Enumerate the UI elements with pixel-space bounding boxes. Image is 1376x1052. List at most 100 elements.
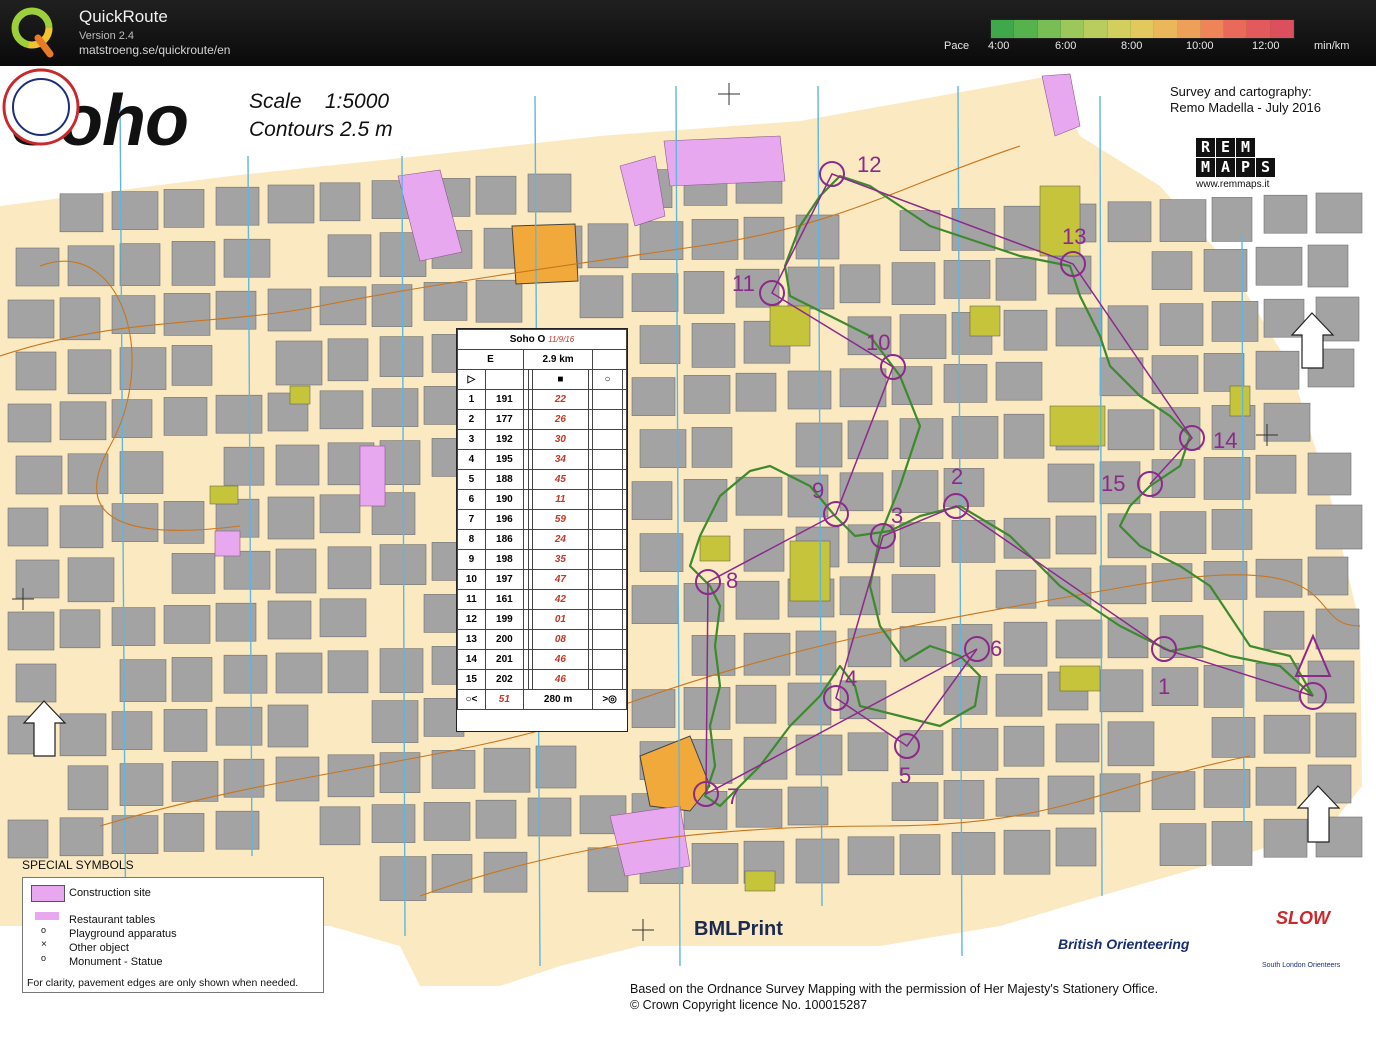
building-block (223, 238, 271, 278)
building-block (163, 813, 205, 852)
building-block (1315, 504, 1363, 550)
quickroute-logo-icon (11, 7, 54, 58)
orienteering-map[interactable]: Soho Scale 1:5000 Contours 2.5 m Survey … (0, 66, 1376, 1052)
building-block (1003, 413, 1045, 459)
legend-item: Other object (69, 942, 129, 954)
building-block (743, 528, 785, 572)
building-block (579, 275, 624, 319)
building-block (1159, 303, 1204, 346)
pace-tick: 8:00 (1121, 40, 1143, 52)
desc-row: 10 197 47 (457, 569, 628, 590)
building-block (15, 663, 57, 703)
building-block (59, 817, 104, 857)
building-block (171, 241, 216, 286)
building-block (1055, 827, 1097, 867)
app-url[interactable]: matstroeng.se/quickroute/en (79, 43, 230, 57)
building-block (1307, 244, 1349, 288)
remmaps-letter: R (1196, 138, 1215, 157)
desc-cell (592, 489, 623, 510)
building-block (1315, 712, 1357, 758)
building-block (319, 182, 361, 222)
building-block (691, 843, 739, 884)
desc-cell (621, 589, 628, 610)
desc-control-code: 200 (484, 629, 524, 650)
desc-cell (621, 389, 628, 410)
building-block (59, 713, 107, 757)
building-block (215, 186, 260, 226)
building-block (1107, 201, 1152, 243)
building-block (899, 314, 947, 359)
building-block (379, 856, 427, 901)
building-block (1003, 621, 1048, 667)
building-block (1159, 199, 1207, 242)
building-block (795, 630, 837, 676)
other-object-icon: × (41, 939, 47, 950)
building-block (839, 576, 881, 616)
desc-handwritten-note: 59 (532, 509, 589, 530)
building-block (1307, 660, 1355, 704)
building-block (1203, 249, 1248, 292)
legend-item: Playground apparatus (69, 928, 177, 940)
control-number: 1 (1158, 674, 1171, 699)
desc-cell (621, 649, 628, 670)
building-block (795, 838, 840, 884)
control-number: 12 (857, 152, 882, 177)
building-block (787, 370, 832, 410)
desc-cell (621, 529, 628, 550)
square-icon: ■ (532, 369, 589, 390)
desc-control-number: 15 (457, 669, 486, 690)
app-name: QuickRoute (79, 7, 168, 26)
desc-handwritten-note: 42 (532, 589, 589, 610)
copyright-line: © Crown Copyright licence No. 100015287 (630, 998, 868, 1012)
desc-control-code: 198 (484, 549, 524, 570)
building-block (111, 399, 153, 438)
building-block (223, 654, 268, 694)
building-block (215, 706, 263, 746)
survey-credit: Survey and cartography: Remo Madella - J… (1170, 84, 1321, 116)
building-block (67, 453, 109, 495)
desc-length: 2.9 km (522, 349, 594, 370)
finish-end-icon: >◎ (592, 689, 627, 710)
building-block (111, 711, 153, 750)
construction-swatch-icon (31, 885, 65, 902)
building-block (171, 761, 219, 802)
desc-row: 6 190 11 (457, 489, 628, 510)
control-number: 4 (845, 666, 858, 691)
building-block (267, 184, 315, 224)
building-block (475, 175, 517, 215)
legend-heading: SPECIAL SYMBOLS (22, 858, 134, 872)
desc-control-number: 7 (457, 509, 486, 530)
building-block (951, 520, 996, 563)
building-block (163, 293, 211, 336)
building-block (223, 758, 265, 798)
building-block (1203, 769, 1251, 808)
building-block (15, 247, 60, 287)
building-block (1203, 353, 1245, 392)
building-block (267, 496, 315, 540)
building-block (1255, 766, 1297, 806)
building-block (1211, 821, 1253, 866)
remmaps-letter: S (1256, 158, 1275, 177)
building-block (1255, 454, 1297, 494)
building-block (111, 295, 156, 334)
desc-row: 9 198 35 (457, 549, 628, 570)
building-block (639, 325, 681, 364)
survey-line: Survey and cartography: (1170, 84, 1312, 99)
desc-cell (621, 429, 628, 450)
desc-cell (621, 509, 628, 530)
desc-control-number: 13 (457, 629, 486, 650)
desc-row: 7 196 59 (457, 509, 628, 530)
pace-swatch (1200, 20, 1225, 38)
building-block (111, 191, 159, 230)
remmaps-letter: P (1236, 158, 1255, 177)
pace-swatch (1037, 20, 1061, 38)
building-block (111, 503, 159, 542)
building-block (319, 598, 367, 638)
desc-control-code: 177 (484, 409, 524, 430)
building-block (1315, 192, 1363, 234)
control-number: 8 (726, 568, 739, 593)
building-block (631, 689, 676, 728)
building-block (1307, 556, 1349, 596)
desc-cell (592, 509, 623, 530)
desc-title-text: Soho O (509, 334, 546, 345)
